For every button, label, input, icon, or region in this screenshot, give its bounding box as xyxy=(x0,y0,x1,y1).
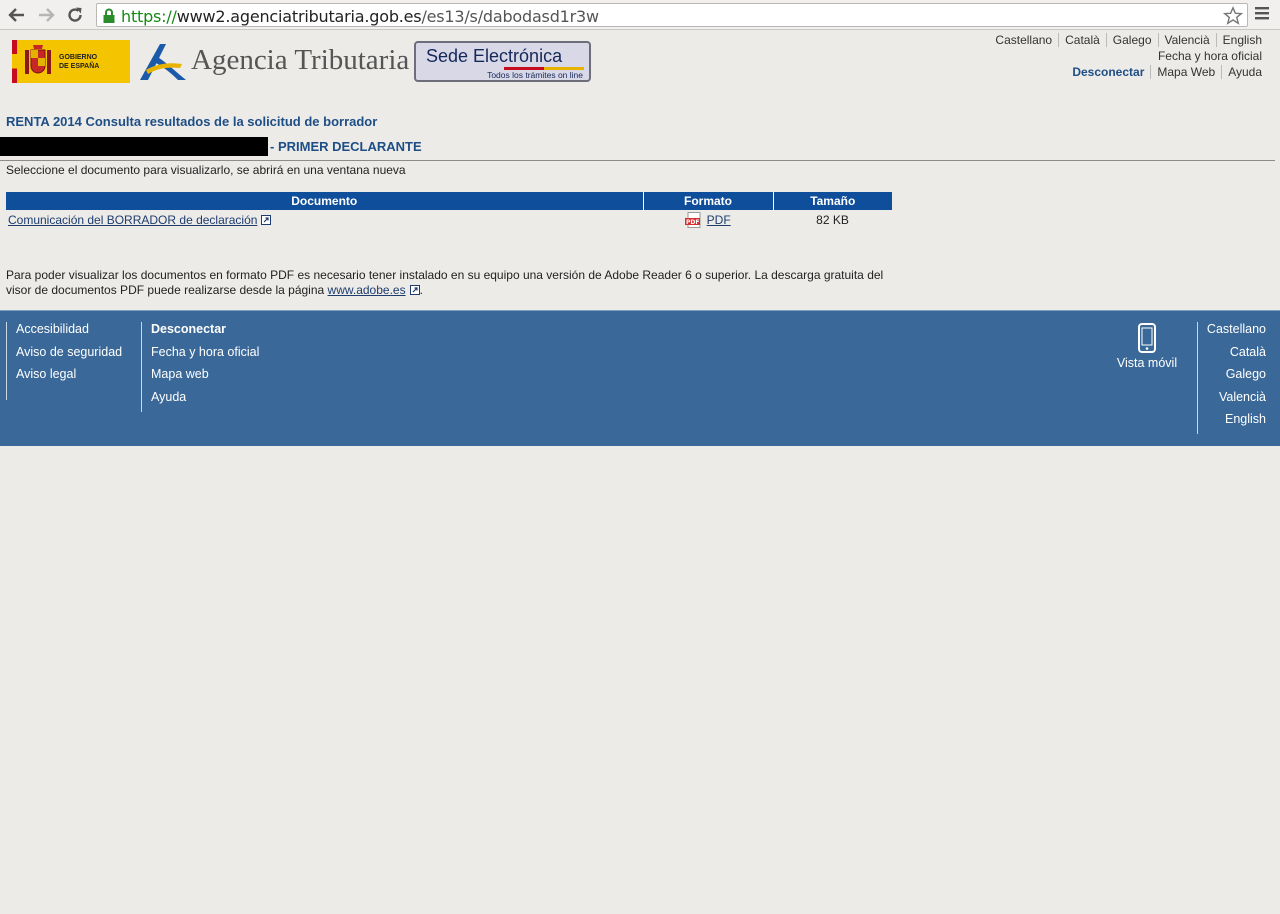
top-links: Castellano Català Galego Valencià Englis… xyxy=(989,32,1266,80)
column-header-formato: Formato xyxy=(643,192,774,210)
gobierno-text: GOBIERNO DE ESPAÑA xyxy=(59,53,99,71)
sede-title: Sede Electrónica xyxy=(426,46,563,66)
pdf-link[interactable]: PDF xyxy=(707,213,731,227)
language-links: Castellano Català Galego Valencià Englis… xyxy=(989,32,1266,48)
mobile-phone-icon xyxy=(1138,323,1156,353)
url-scheme: https:// xyxy=(121,7,177,26)
column-header-documento: Documento xyxy=(6,192,644,210)
document-cell: Comunicación del BORRADOR de declaración xyxy=(6,210,643,229)
lock-icon xyxy=(103,8,115,23)
fecha-row: Fecha y hora oficial xyxy=(989,48,1266,64)
lang-link-catala[interactable]: Català xyxy=(1058,33,1106,47)
forward-button[interactable] xyxy=(35,4,57,26)
svg-text:PDF: PDF xyxy=(686,219,699,226)
table-header-row: Documento Formato Tamaño xyxy=(6,192,892,210)
gobierno-espana-logo[interactable]: GOBIERNO DE ESPAÑA xyxy=(12,40,130,83)
redacted-name xyxy=(0,137,268,156)
footer-lang-castellano[interactable]: Castellano xyxy=(1207,322,1266,345)
footer-link-accesibilidad[interactable]: Accesibilidad xyxy=(16,322,122,345)
external-link-icon xyxy=(261,214,272,225)
reload-icon xyxy=(68,7,82,22)
browser-menu-button[interactable] xyxy=(1254,5,1270,26)
documents-table: Documento Formato Tamaño Comunicación de… xyxy=(6,192,892,229)
adobe-note: Para poder visualizar los documentos en … xyxy=(6,268,906,298)
coat-of-arms-icon xyxy=(25,44,51,74)
reload-button[interactable] xyxy=(64,4,86,26)
footer-col-languages: Castellano Català Galego Valencià Englis… xyxy=(1207,322,1266,434)
column-header-tamano: Tamaño xyxy=(773,192,892,210)
flag-stripe xyxy=(12,40,17,83)
footer-divider xyxy=(1197,322,1198,434)
fecha-hora-link[interactable]: Fecha y hora oficial xyxy=(1152,49,1266,63)
ayuda-link[interactable]: Ayuda xyxy=(1221,65,1266,79)
address-bar[interactable]: https://www2.agenciatributaria.gob.es/es… xyxy=(96,3,1248,27)
lang-link-english[interactable]: English xyxy=(1215,33,1266,47)
footer-link-fecha-hora[interactable]: Fecha y hora oficial xyxy=(151,345,259,368)
sede-subtitle: Todos los trámites on line xyxy=(487,70,583,80)
vista-movil-button[interactable]: Vista móvil xyxy=(1110,323,1184,370)
table-row: Comunicación del BORRADOR de declaración… xyxy=(6,210,892,229)
format-cell: PDF PDF xyxy=(643,210,773,229)
agency-name[interactable]: Agencia Tributaria xyxy=(191,44,409,77)
mapa-web-link[interactable]: Mapa Web xyxy=(1150,65,1221,79)
footer-link-aviso-legal[interactable]: Aviso legal xyxy=(16,367,122,390)
back-arrow-icon xyxy=(8,8,24,22)
adobe-link[interactable]: www.adobe.es xyxy=(328,283,406,297)
session-links: Desconectar Mapa Web Ayuda xyxy=(989,64,1266,80)
agencia-tributaria-emblem-icon[interactable] xyxy=(138,40,188,84)
note-text: Para poder visualizar los documentos en … xyxy=(6,268,884,297)
hamburger-menu-icon xyxy=(1255,7,1269,20)
size-cell: 82 KB xyxy=(816,212,849,227)
footer-lang-catala[interactable]: Català xyxy=(1207,345,1266,368)
lang-link-galego[interactable]: Galego xyxy=(1105,33,1158,47)
external-link-icon xyxy=(409,285,420,295)
bookmark-star-icon[interactable] xyxy=(1223,6,1243,26)
gobierno-line2: DE ESPAÑA xyxy=(59,62,100,70)
address-url: https://www2.agenciatributaria.gob.es/es… xyxy=(121,7,599,26)
url-host: www2.agenciatributaria.gob.es xyxy=(176,7,422,26)
vista-movil-label: Vista móvil xyxy=(1116,356,1178,370)
footer-lang-english[interactable]: English xyxy=(1207,412,1266,435)
divider xyxy=(0,160,1275,161)
forward-arrow-icon xyxy=(39,8,55,22)
url-path: /es13/s/dabodasd1r3w xyxy=(421,7,599,26)
instructions-text: Seleccione el documento para visualizarl… xyxy=(6,163,406,177)
footer-col-legal: Accesibilidad Aviso de seguridad Aviso l… xyxy=(6,322,122,400)
footer-link-mapa-web[interactable]: Mapa web xyxy=(151,367,259,390)
footer-lang-valencia[interactable]: Valencià xyxy=(1207,390,1266,413)
desconectar-link[interactable]: Desconectar xyxy=(1066,65,1150,79)
footer-col-session: Desconectar Fecha y hora oficial Mapa we… xyxy=(141,322,259,412)
document-link[interactable]: Comunicación del BORRADOR de declaración xyxy=(6,213,257,227)
gobierno-line1: GOBIERNO xyxy=(59,53,98,61)
footer-link-ayuda[interactable]: Ayuda xyxy=(151,390,259,413)
footer-link-desconectar[interactable]: Desconectar xyxy=(151,322,259,345)
sede-electronica-banner[interactable]: Sede Electrónica Todos los trámites on l… xyxy=(414,41,591,82)
back-button[interactable] xyxy=(6,4,28,26)
pdf-file-icon: PDF xyxy=(685,211,701,228)
note-end: . xyxy=(419,283,423,297)
browser-toolbar: https://www2.agenciatributaria.gob.es/es… xyxy=(0,0,1280,30)
page-title: RENTA 2014 Consulta resultados de la sol… xyxy=(6,114,378,129)
lang-link-valencia[interactable]: Valencià xyxy=(1157,33,1216,47)
declarante-label: - PRIMER DECLARANTE xyxy=(270,139,422,154)
lang-link-castellano[interactable]: Castellano xyxy=(989,33,1058,47)
footer-lang-galego[interactable]: Galego xyxy=(1207,367,1266,390)
footer: Accesibilidad Aviso de seguridad Aviso l… xyxy=(0,310,1280,446)
footer-link-aviso-seguridad[interactable]: Aviso de seguridad xyxy=(16,345,122,368)
